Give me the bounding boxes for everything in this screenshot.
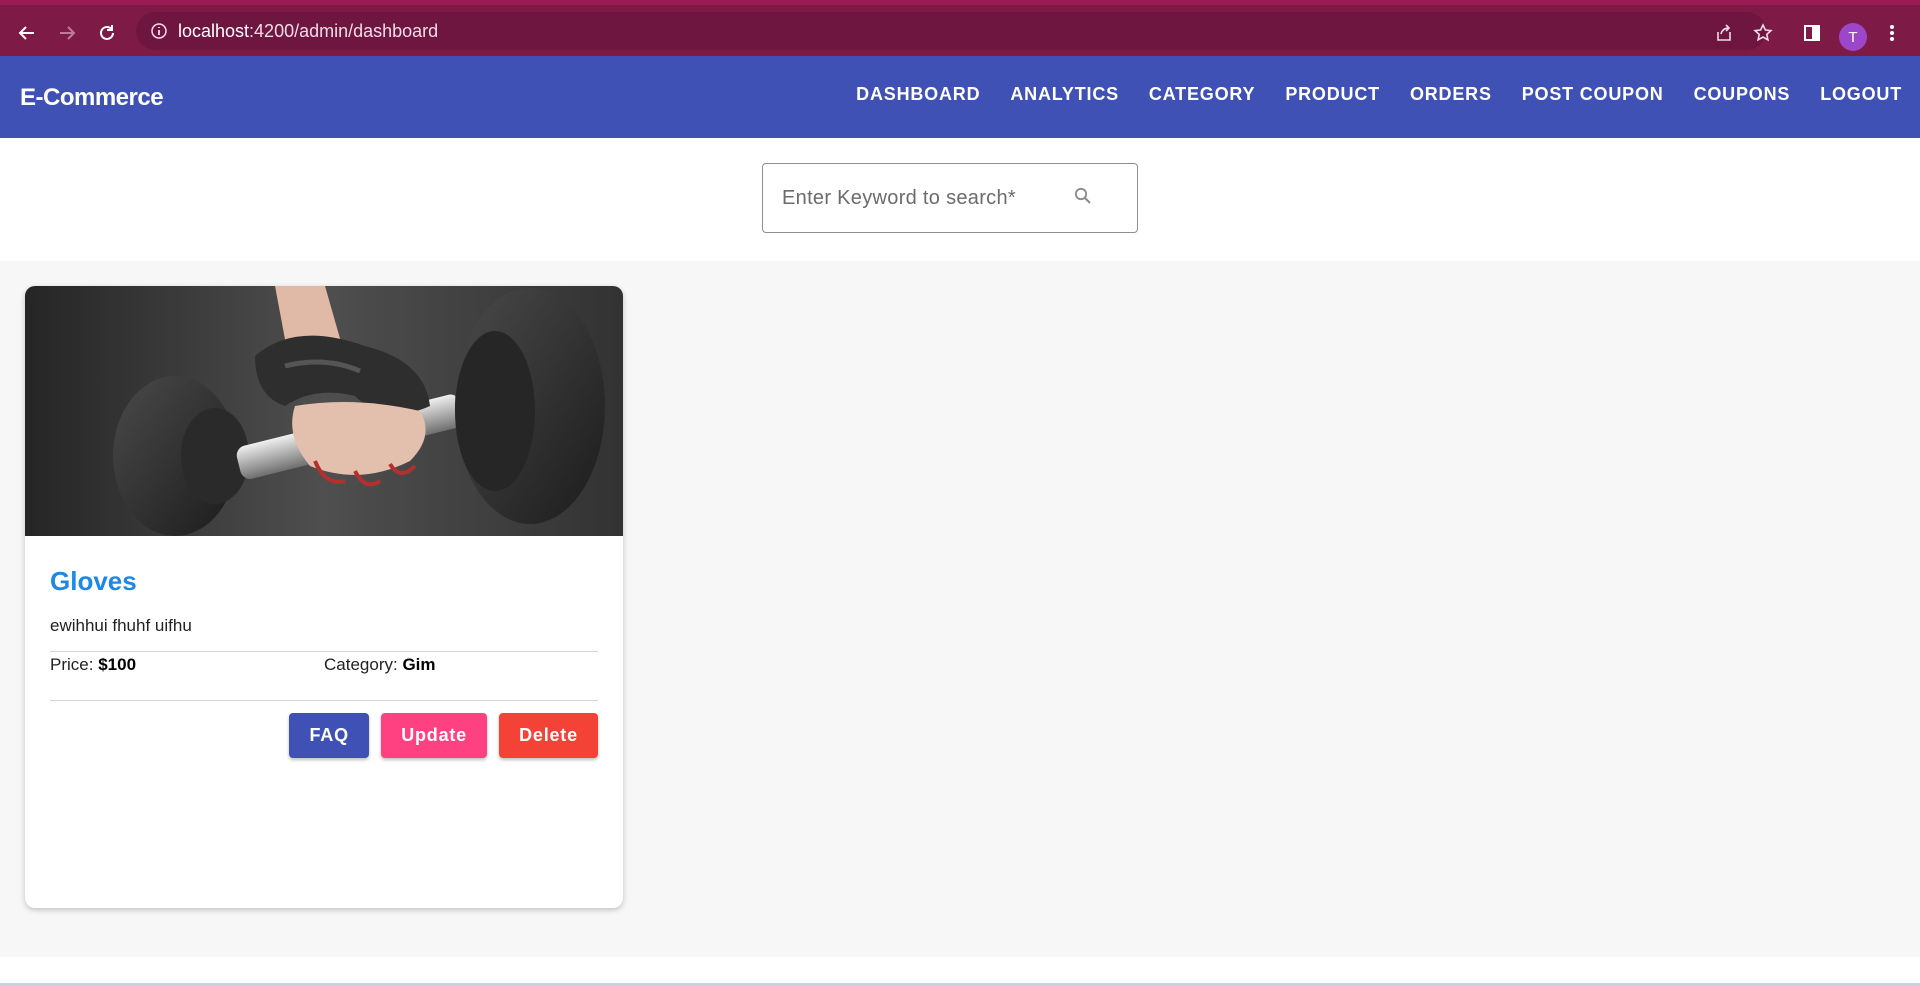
delete-button[interactable]: Delete	[499, 713, 598, 758]
product-price: Price: $100	[50, 655, 137, 674]
page-bottom	[0, 957, 1920, 986]
browser-chrome: localhost:4200/admin/dashboard T	[0, 0, 1920, 56]
nav-orders[interactable]: ORDERS	[1410, 84, 1492, 105]
nav-post-coupon[interactable]: POST COUPON	[1522, 84, 1664, 105]
brand-title[interactable]: E-Commerce	[20, 84, 164, 112]
product-image	[25, 286, 623, 536]
nav-product[interactable]: PRODUCT	[1285, 84, 1380, 105]
avatar[interactable]: T	[1839, 23, 1867, 51]
site-info-icon[interactable]	[150, 22, 168, 40]
forward-arrow-icon[interactable]	[53, 19, 81, 47]
divider	[50, 700, 598, 701]
main-nav: DASHBOARD ANALYTICS CATEGORY PRODUCT ORD…	[826, 84, 1902, 105]
nav-dashboard[interactable]: DASHBOARD	[856, 84, 980, 105]
share-icon[interactable]	[1710, 19, 1738, 47]
back-arrow-icon[interactable]	[13, 19, 41, 47]
search-icon[interactable]	[1073, 186, 1093, 206]
product-category: Category: Gim	[324, 655, 436, 674]
nav-analytics[interactable]: ANALYTICS	[1010, 84, 1119, 105]
side-panel-icon[interactable]	[1798, 19, 1826, 47]
update-button[interactable]: Update	[381, 713, 487, 758]
nav-logout[interactable]: LOGOUT	[1820, 84, 1902, 105]
url-text: localhost:4200/admin/dashboard	[178, 21, 439, 41]
star-icon[interactable]	[1749, 19, 1777, 47]
search-input[interactable]	[782, 184, 1072, 212]
nav-coupons[interactable]: COUPONS	[1694, 84, 1791, 105]
nav-category[interactable]: CATEGORY	[1149, 84, 1255, 105]
product-title[interactable]: Gloves	[50, 566, 137, 597]
product-card: Gloves ewihhui fhuhf uifhu Price: $100 C…	[25, 286, 623, 908]
card-actions: FAQ Update Delete	[277, 713, 598, 758]
faq-button[interactable]: FAQ	[289, 713, 370, 758]
search-section	[0, 138, 1920, 261]
kebab-menu-icon[interactable]	[1878, 19, 1906, 47]
product-description: ewihhui fhuhf uifhu	[50, 616, 192, 635]
reload-icon[interactable]	[93, 19, 121, 47]
address-bar[interactable]: localhost:4200/admin/dashboard	[136, 12, 1766, 50]
app-toolbar: E-Commerce DASHBOARD ANALYTICS CATEGORY …	[0, 56, 1920, 138]
divider	[50, 651, 598, 652]
